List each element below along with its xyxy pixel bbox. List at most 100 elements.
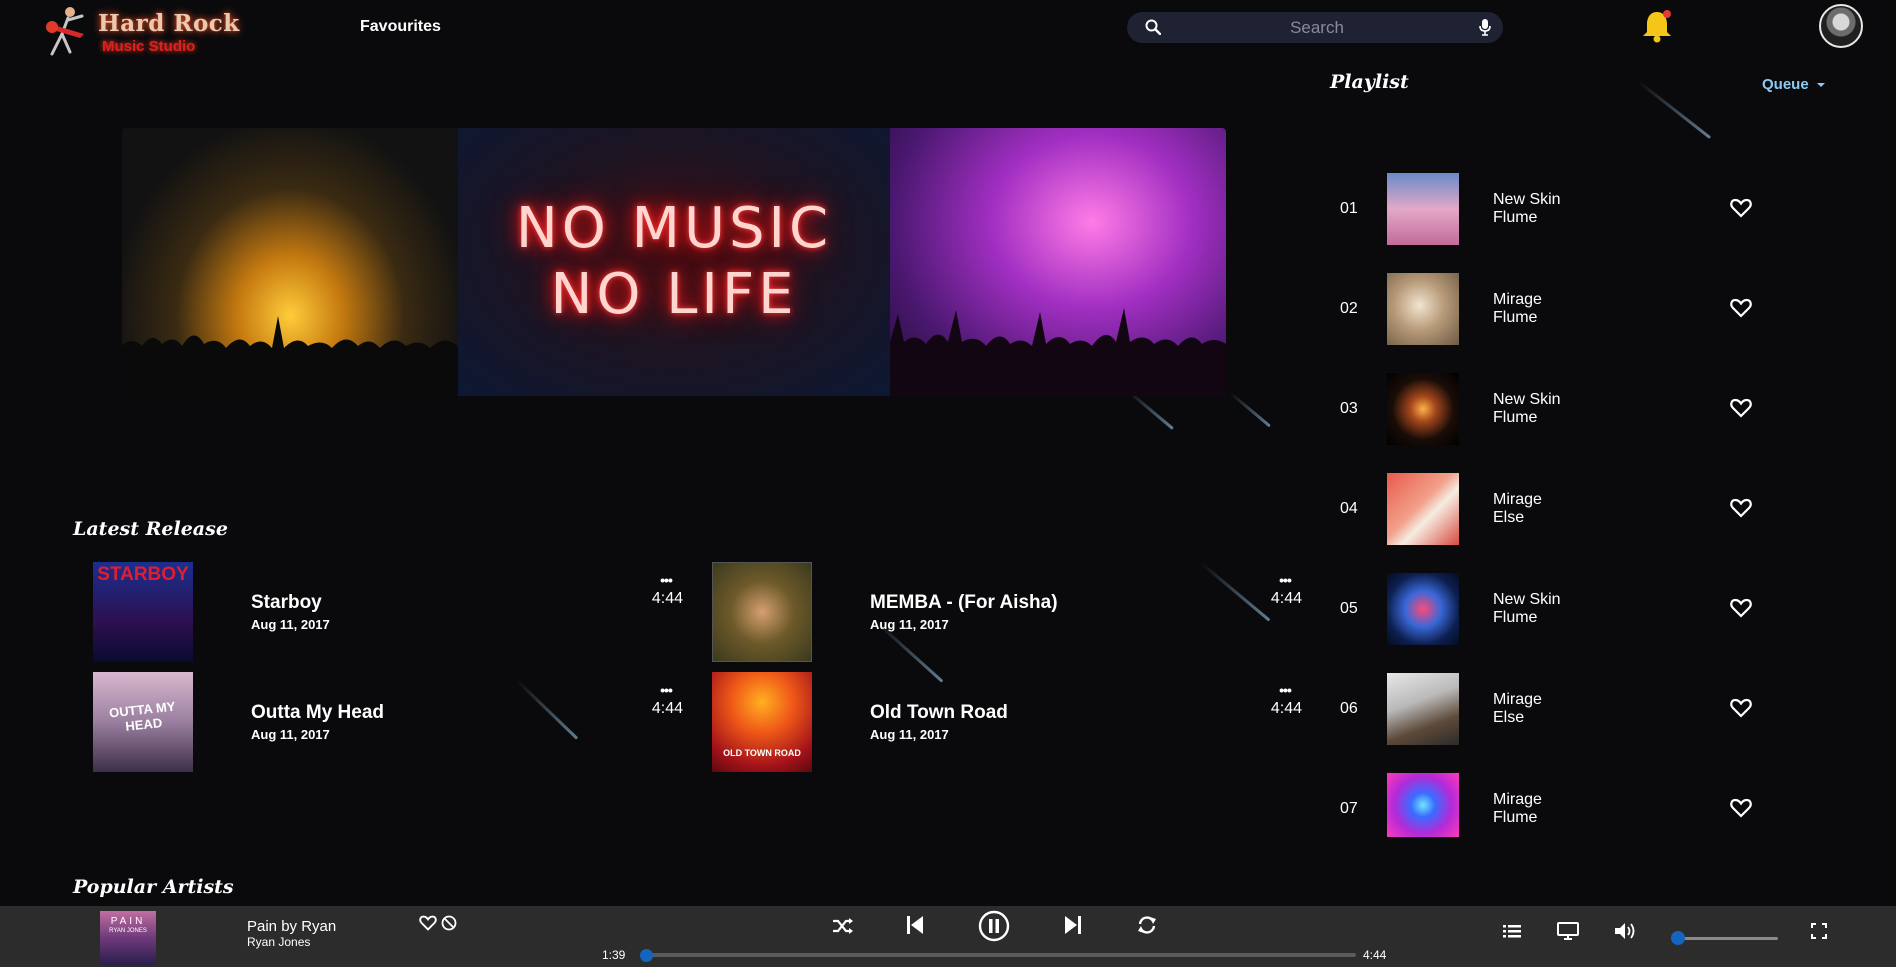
volume-slider[interactable] xyxy=(1678,937,1778,940)
release-item[interactable]: STARBOY Starboy Aug 11, 2017 ••• 4:44 xyxy=(93,562,683,662)
track-title: New Skin xyxy=(1493,391,1561,408)
now-playing-title: Pain by Ryan xyxy=(247,918,337,935)
release-title: MEMBA - (For Aisha) xyxy=(870,592,1058,613)
more-options-button[interactable]: ••• xyxy=(1268,572,1302,588)
cover-text: OUTTA MY HEAD xyxy=(108,698,177,734)
hero-banner: NO MUSIC NO LIFE xyxy=(122,128,1226,396)
release-title: Old Town Road xyxy=(870,702,1008,723)
heart-icon[interactable] xyxy=(419,915,437,931)
concert-image-1 xyxy=(122,128,458,396)
heart-icon[interactable] xyxy=(1730,498,1752,518)
release-date: Aug 11, 2017 xyxy=(870,727,949,742)
track-title: New Skin xyxy=(1493,191,1561,208)
cover-subtext: RYAN JONES xyxy=(109,928,147,934)
search-bar xyxy=(1127,12,1503,43)
volume-handle[interactable] xyxy=(1671,931,1685,945)
track-title: New Skin xyxy=(1493,591,1561,608)
crowd-silhouette xyxy=(122,316,458,396)
playlist-track[interactable]: 01 New Skin Flume xyxy=(1330,173,1770,245)
track-number: 01 xyxy=(1340,200,1358,217)
decor-streak xyxy=(1636,79,1712,140)
popular-artists-title: Popular Artists xyxy=(73,876,234,898)
track-thumbnail xyxy=(1387,773,1459,837)
playlist-track[interactable]: 07 Mirage Flume xyxy=(1330,773,1770,837)
cover-text: PAIN xyxy=(110,916,146,927)
guitarist-icon xyxy=(46,7,84,56)
brand-title: Hard Rock xyxy=(98,10,240,37)
progress-handle[interactable] xyxy=(640,949,653,962)
playlist-title: Playlist xyxy=(1330,71,1409,93)
device-icon[interactable] xyxy=(1557,922,1579,940)
track-title: Mirage xyxy=(1493,291,1542,308)
track-artist: Flume xyxy=(1493,609,1538,626)
now-playing-artist: Ryan Jones xyxy=(247,935,311,949)
search-icon[interactable] xyxy=(1145,19,1161,35)
release-duration: 4:44 xyxy=(651,590,683,607)
track-thumbnail xyxy=(1387,573,1459,645)
queue-dropdown[interactable]: Queue xyxy=(1762,76,1826,93)
album-cover: OLD TOWN ROAD xyxy=(712,672,812,772)
more-options-button[interactable]: ••• xyxy=(1268,682,1302,698)
pause-icon[interactable] xyxy=(978,910,1010,942)
track-artist: Else xyxy=(1493,709,1525,726)
track-title: Mirage xyxy=(1493,691,1542,708)
fullscreen-icon[interactable] xyxy=(1811,923,1827,939)
brand-logo[interactable]: Hard Rock Music Studio xyxy=(40,4,240,60)
album-cover: STARBOY xyxy=(93,562,193,662)
track-number: 06 xyxy=(1340,700,1358,717)
track-number: 05 xyxy=(1340,600,1358,617)
track-thumbnail xyxy=(1387,673,1459,745)
more-options-button[interactable]: ••• xyxy=(649,682,683,698)
shuffle-icon[interactable] xyxy=(832,916,854,936)
bell-icon[interactable] xyxy=(1641,8,1673,44)
volume-icon[interactable] xyxy=(1614,922,1636,940)
playlist-track[interactable]: 06 Mirage Else xyxy=(1330,673,1770,745)
block-icon[interactable] xyxy=(441,915,457,931)
track-thumbnail xyxy=(1387,173,1459,245)
neon-line-1: NO MUSIC xyxy=(515,196,833,261)
release-date: Aug 11, 2017 xyxy=(251,617,330,632)
album-cover xyxy=(712,562,812,662)
nav-favourites[interactable]: Favourites xyxy=(360,18,441,36)
release-date: Aug 11, 2017 xyxy=(251,727,330,742)
cover-text: OLD TOWN ROAD xyxy=(723,748,801,758)
player-bar: PAIN RYAN JONES Pain by Ryan Ryan Jones … xyxy=(0,906,1896,967)
track-thumbnail xyxy=(1387,473,1459,545)
progress-bar[interactable] xyxy=(646,953,1356,957)
decor-streak xyxy=(1229,391,1271,428)
track-title: Mirage xyxy=(1493,491,1542,508)
release-duration: 4:44 xyxy=(651,700,683,717)
playlist-track[interactable]: 05 New Skin Flume xyxy=(1330,573,1770,645)
neon-line-2: NO LIFE xyxy=(550,262,798,327)
repeat-icon[interactable] xyxy=(1136,914,1158,936)
release-item[interactable]: MEMBA - (For Aisha) Aug 11, 2017 ••• 4:4… xyxy=(712,562,1302,662)
track-number: 02 xyxy=(1340,300,1358,317)
release-item[interactable]: OLD TOWN ROAD Old Town Road Aug 11, 2017… xyxy=(712,672,1302,772)
playlist-track[interactable]: 02 Mirage Flume xyxy=(1330,273,1770,345)
crowd-silhouette xyxy=(890,308,1226,396)
neon-sign-image: NO MUSIC NO LIFE xyxy=(458,128,890,396)
avatar[interactable] xyxy=(1819,4,1863,48)
release-title: Starboy xyxy=(251,592,322,613)
release-item[interactable]: OUTTA MY HEAD Outta My Head Aug 11, 2017… xyxy=(93,672,683,772)
queue-list-icon[interactable] xyxy=(1503,924,1521,939)
search-input[interactable] xyxy=(1167,12,1467,43)
heart-icon[interactable] xyxy=(1730,398,1752,418)
previous-icon[interactable] xyxy=(906,914,924,936)
heart-icon[interactable] xyxy=(1730,698,1752,718)
next-icon[interactable] xyxy=(1064,914,1082,936)
track-artist: Flume xyxy=(1493,809,1538,826)
track-artist: Flume xyxy=(1493,309,1538,326)
heart-icon[interactable] xyxy=(1730,798,1752,818)
heart-icon[interactable] xyxy=(1730,598,1752,618)
release-duration: 4:44 xyxy=(1270,700,1302,717)
track-number: 07 xyxy=(1340,800,1358,817)
elapsed-time: 1:39 xyxy=(602,948,626,962)
heart-icon[interactable] xyxy=(1730,298,1752,318)
heart-icon[interactable] xyxy=(1730,198,1752,218)
playlist-track[interactable]: 03 New Skin Flume xyxy=(1330,373,1770,445)
mic-icon[interactable] xyxy=(1479,19,1491,36)
playlist-track[interactable]: 04 Mirage Else xyxy=(1330,473,1770,545)
more-options-button[interactable]: ••• xyxy=(649,572,683,588)
track-artist: Flume xyxy=(1493,209,1538,226)
